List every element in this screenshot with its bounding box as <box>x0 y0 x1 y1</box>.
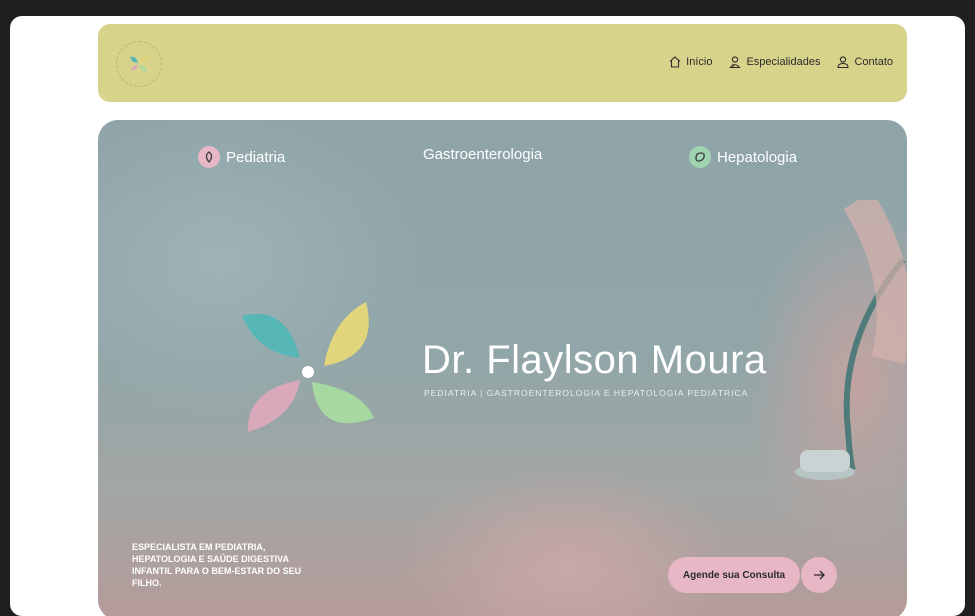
specialty-tab-label: Pediatria <box>226 148 286 166</box>
nav-item-label: Contato <box>854 56 893 68</box>
nav-item-label: Especialidades <box>746 56 821 68</box>
nav-item-inicio[interactable]: Início <box>668 55 712 69</box>
hero-banner: Pediatria Gastroenterologia Hepatologia … <box>98 120 907 616</box>
site-logo[interactable] <box>116 41 162 87</box>
specialty-tab-pediatria[interactable]: Pediatria <box>198 146 285 168</box>
home-icon <box>669 56 681 68</box>
nav-item-label: Início <box>686 56 713 68</box>
specialty-tab-hepatologia[interactable]: Hepatologia <box>689 146 797 168</box>
specialty-tab-label: Gastroenterologia <box>423 146 543 163</box>
brand-name: Dr. Flaylson Moura <box>422 338 767 382</box>
stethoscope-image <box>795 200 907 480</box>
brand-subtitle: PEDIATRIA | GASTROENTEROLOGIA E HEPATOLO… <box>424 388 749 398</box>
doctor-icon <box>729 56 742 69</box>
specialty-tab-gastroenterologia[interactable]: Gastroenterologia <box>423 146 542 163</box>
main-nav: Início Especialidades Contato <box>668 55 893 69</box>
brand-mark-icon <box>242 302 374 432</box>
schedule-appointment-button[interactable]: Agende sua Consulta <box>668 557 800 593</box>
site-header: Início Especialidades Contato <box>98 24 907 102</box>
nav-item-especialidades[interactable]: Especialidades <box>728 55 820 69</box>
user-icon <box>837 56 850 69</box>
arrow-right-icon <box>814 570 825 580</box>
liver-icon <box>689 146 711 168</box>
nav-item-contato[interactable]: Contato <box>836 55 893 69</box>
schedule-arrow-button[interactable] <box>801 557 837 593</box>
pediatrics-icon <box>198 146 220 168</box>
logo-icon <box>130 56 148 72</box>
specialty-tab-label: Hepatologia <box>717 148 798 166</box>
hero-tagline: ESPECIALISTA EM PEDIATRIA, HEPATOLOGIA E… <box>132 542 302 588</box>
page-frame: Início Especialidades Contato Pediatria … <box>10 16 965 616</box>
